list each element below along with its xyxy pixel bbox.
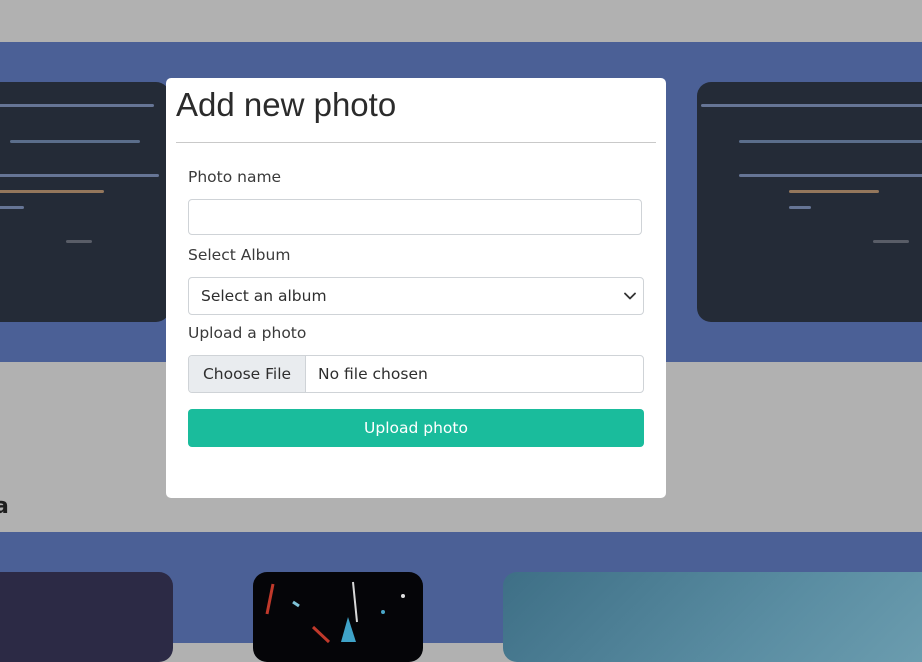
album-cover-code-left[interactable]: [0, 82, 170, 322]
album-cover-code-right[interactable]: [697, 82, 922, 322]
album-select-value: Select an album: [201, 287, 327, 305]
upload-photo-button[interactable]: Upload photo: [188, 409, 644, 447]
album-label: Select Album: [188, 246, 291, 264]
album-cover-landscape[interactable]: [503, 572, 922, 662]
album-select[interactable]: Select an album: [188, 277, 644, 315]
album-cover-purple[interactable]: [0, 572, 173, 662]
photo-name-label: Photo name: [188, 168, 282, 186]
fireworks-image: [265, 581, 405, 644]
file-input[interactable]: Choose File No file chosen: [188, 355, 644, 393]
choose-file-button[interactable]: Choose File: [189, 356, 306, 392]
file-status: No file chosen: [318, 365, 428, 383]
modal-divider: [176, 142, 656, 143]
modal-title: Add new photo: [176, 86, 397, 123]
album-cover-fireworks[interactable]: [253, 572, 423, 662]
section-heading: a: [0, 494, 9, 519]
photo-name-input[interactable]: [188, 199, 642, 235]
chevron-down-icon: [617, 291, 643, 301]
add-photo-modal: Add new photo Photo name Select Album Se…: [166, 78, 666, 498]
upload-label: Upload a photo: [188, 324, 307, 342]
